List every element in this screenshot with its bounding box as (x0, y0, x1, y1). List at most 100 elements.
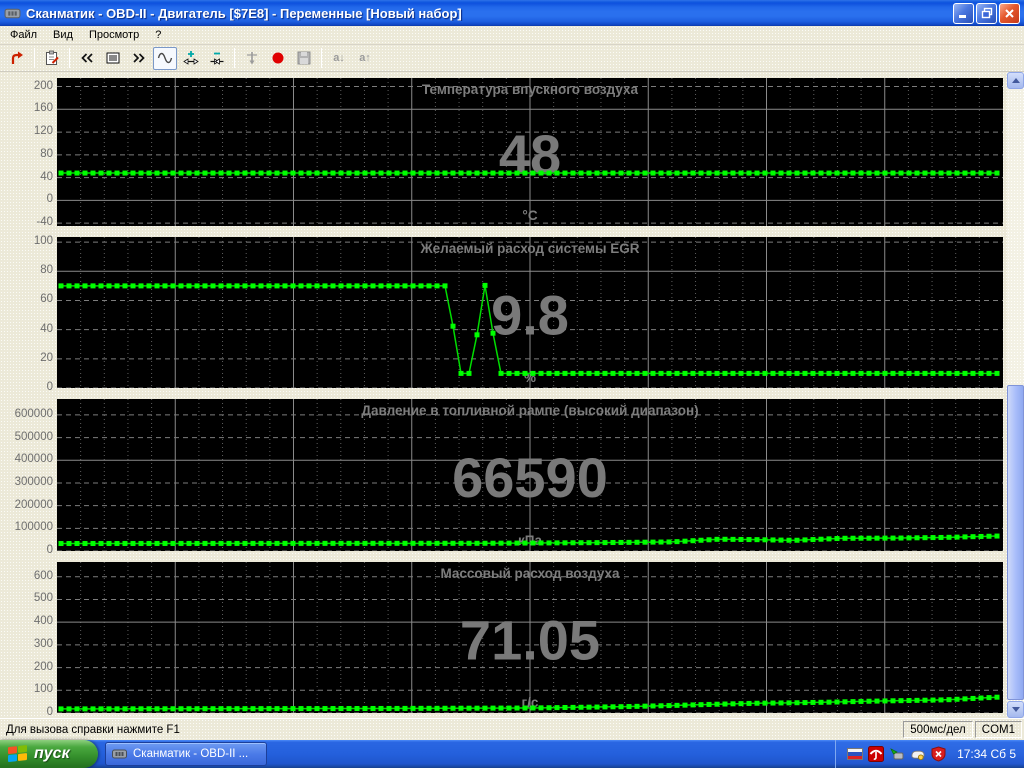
title-bar: Сканматик - OBD-II - Двигатель [$7E8] - … (0, 0, 1024, 26)
y-tick-label: 500000 (14, 430, 53, 443)
scroll-down-button[interactable] (1007, 701, 1024, 718)
exit-button[interactable] (5, 47, 29, 70)
chart-current-value: 71.05 (460, 609, 600, 672)
status-bar: Для вызова справки нажмите F1 500мс/дел … (0, 718, 1024, 740)
y-tick-label: 40 (40, 322, 53, 335)
close-button[interactable] (999, 2, 1020, 24)
menu-help[interactable]: ? (147, 27, 169, 43)
menu-browse[interactable]: Просмотр (81, 27, 147, 43)
language-flag-icon[interactable] (846, 746, 863, 763)
y-tick-label: 400 (33, 615, 53, 628)
waveform-icon (157, 52, 173, 64)
app-icon (112, 749, 127, 759)
chart-title: Температура впускного воздуха (422, 82, 639, 97)
usb-device-icon[interactable] (888, 746, 905, 763)
y-tick-label: 0 (46, 381, 53, 393)
y-tick-label: 300 (33, 637, 53, 650)
clipboard-pencil-icon (46, 50, 59, 65)
vertical-scrollbar[interactable] (1007, 72, 1024, 718)
timebase-pane: 500мс/дел (903, 721, 973, 738)
scroll-up-button[interactable] (1007, 72, 1024, 89)
record-icon (272, 52, 284, 64)
chart-panel-fuel-rail-pressure: 600000 500000 400000 300000 200000 100000 0 Да… (0, 399, 1003, 556)
toolbar-separator (234, 48, 235, 68)
zoom-in-time-button[interactable] (179, 47, 203, 70)
taskbar-app-label: Сканматик - OBD-II ... (133, 748, 249, 760)
next-page-button[interactable] (127, 47, 151, 70)
y-axis-labels: 100 80 60 40 20 0 (0, 235, 57, 393)
red-up-arrow-icon (11, 51, 23, 64)
y-axis-labels: 600000 500000 400000 300000 200000 100000 0 (0, 399, 57, 556)
menu-file[interactable]: Файл (2, 27, 45, 43)
expand-scale-plus-icon (183, 51, 199, 65)
y-tick-label: 300000 (14, 475, 53, 488)
taskbar-app-button[interactable]: Сканматик - OBD-II ... (105, 742, 267, 766)
list-button[interactable] (101, 47, 125, 70)
start-button[interactable]: пуск (0, 740, 98, 768)
edit-set-button[interactable] (40, 47, 64, 70)
minimize-button[interactable] (953, 2, 974, 24)
y-tick-label: 100 (33, 683, 53, 696)
marker-button[interactable] (240, 47, 264, 70)
chart-title: Давление в топливной рампе (высокий диап… (361, 403, 698, 418)
list-icon (106, 52, 120, 64)
security-shield-icon[interactable] (930, 746, 947, 763)
desktop: Сканматик - OBD-II - Двигатель [$7E8] - … (0, 0, 1024, 768)
y-tick-label: 200000 (14, 498, 53, 511)
save-icon (297, 51, 311, 65)
chart-current-value: 66590 (452, 446, 608, 509)
windows-logo-icon (8, 745, 28, 763)
chart-title: Желаемый расход системы EGR (419, 241, 639, 256)
chart-unit: °C (522, 208, 537, 223)
minimize-icon (959, 14, 966, 18)
y-tick-label: 0 (46, 544, 53, 556)
y-tick-label: 0 (46, 193, 53, 206)
y-tick-label: 80 (40, 264, 53, 277)
app-icon (4, 8, 21, 18)
y-tick-label: 400000 (14, 453, 53, 466)
scrollbar-thumb[interactable] (1007, 385, 1024, 700)
chevron-down-icon (1011, 707, 1020, 712)
antivirus-umbrella-icon[interactable] (867, 746, 884, 763)
double-chevron-right-icon (133, 53, 145, 63)
chart-panel-intake-air-temperature: 200 160 120 80 40 0 -40 Температура впускного … (0, 78, 1003, 228)
y-tick-label: 100 (33, 235, 53, 248)
toolbar-separator (69, 48, 70, 68)
y-tick-label: 20 (40, 351, 53, 364)
chart-plot[interactable]: Температура впускного воздуха 48 °C (57, 78, 1003, 226)
mouse-icon[interactable] (909, 746, 926, 763)
y-tick-label: 500 (33, 592, 53, 605)
y-tick-label: 600000 (14, 407, 53, 420)
chart-title: Массовый расход воздуха (440, 566, 620, 581)
chart-plot[interactable]: Желаемый расход системы EGR 9.8 % (57, 237, 1003, 388)
save-graph-button[interactable] (292, 47, 316, 70)
taskbar: пуск Сканматик - OBD-II ... 17:34 Сб 5 (0, 740, 1024, 768)
prev-page-button[interactable] (75, 47, 99, 70)
chart-panel-egr-flow: 100 80 60 40 20 0 Желаемый расход системы EGR… (0, 235, 1003, 393)
y-tick-label: 120 (33, 125, 53, 138)
chart-current-value: 48 (499, 123, 561, 186)
font-smaller-button[interactable]: a↓ (327, 47, 351, 70)
chart-panel-mass-air-flow: 600 500 400 300 200 100 0 Массовый расход возд… (0, 562, 1003, 718)
y-tick-label: 600 (33, 569, 53, 582)
com-port-pane: COM1 (974, 721, 1022, 738)
font-larger-button[interactable]: a↑ (353, 47, 377, 70)
chart-client-area: 200 160 120 80 40 0 -40 Температура впускного … (0, 72, 1024, 718)
restore-button[interactable] (976, 2, 997, 24)
toolbar-separator (321, 48, 322, 68)
chart-plot[interactable]: Массовый расход воздуха 71.05 г/с (57, 562, 1003, 713)
zoom-out-time-button[interactable] (205, 47, 229, 70)
y-tick-label: 160 (33, 102, 53, 115)
y-tick-label: 100000 (14, 521, 53, 534)
chevron-up-icon (1011, 78, 1020, 83)
restore-icon (981, 7, 992, 19)
y-tick-label: 60 (40, 293, 53, 306)
y-tick-label: 200 (33, 660, 53, 673)
graph-mode-button[interactable] (153, 46, 177, 70)
menu-view[interactable]: Вид (45, 27, 81, 43)
record-button[interactable] (266, 47, 290, 70)
marker-cursor-icon (247, 52, 257, 65)
collapse-scale-minus-icon (210, 52, 224, 65)
status-help-text: Для вызова справки нажмите F1 (6, 723, 180, 736)
chart-plot[interactable]: Давление в топливной рампе (высокий диап… (57, 399, 1003, 551)
